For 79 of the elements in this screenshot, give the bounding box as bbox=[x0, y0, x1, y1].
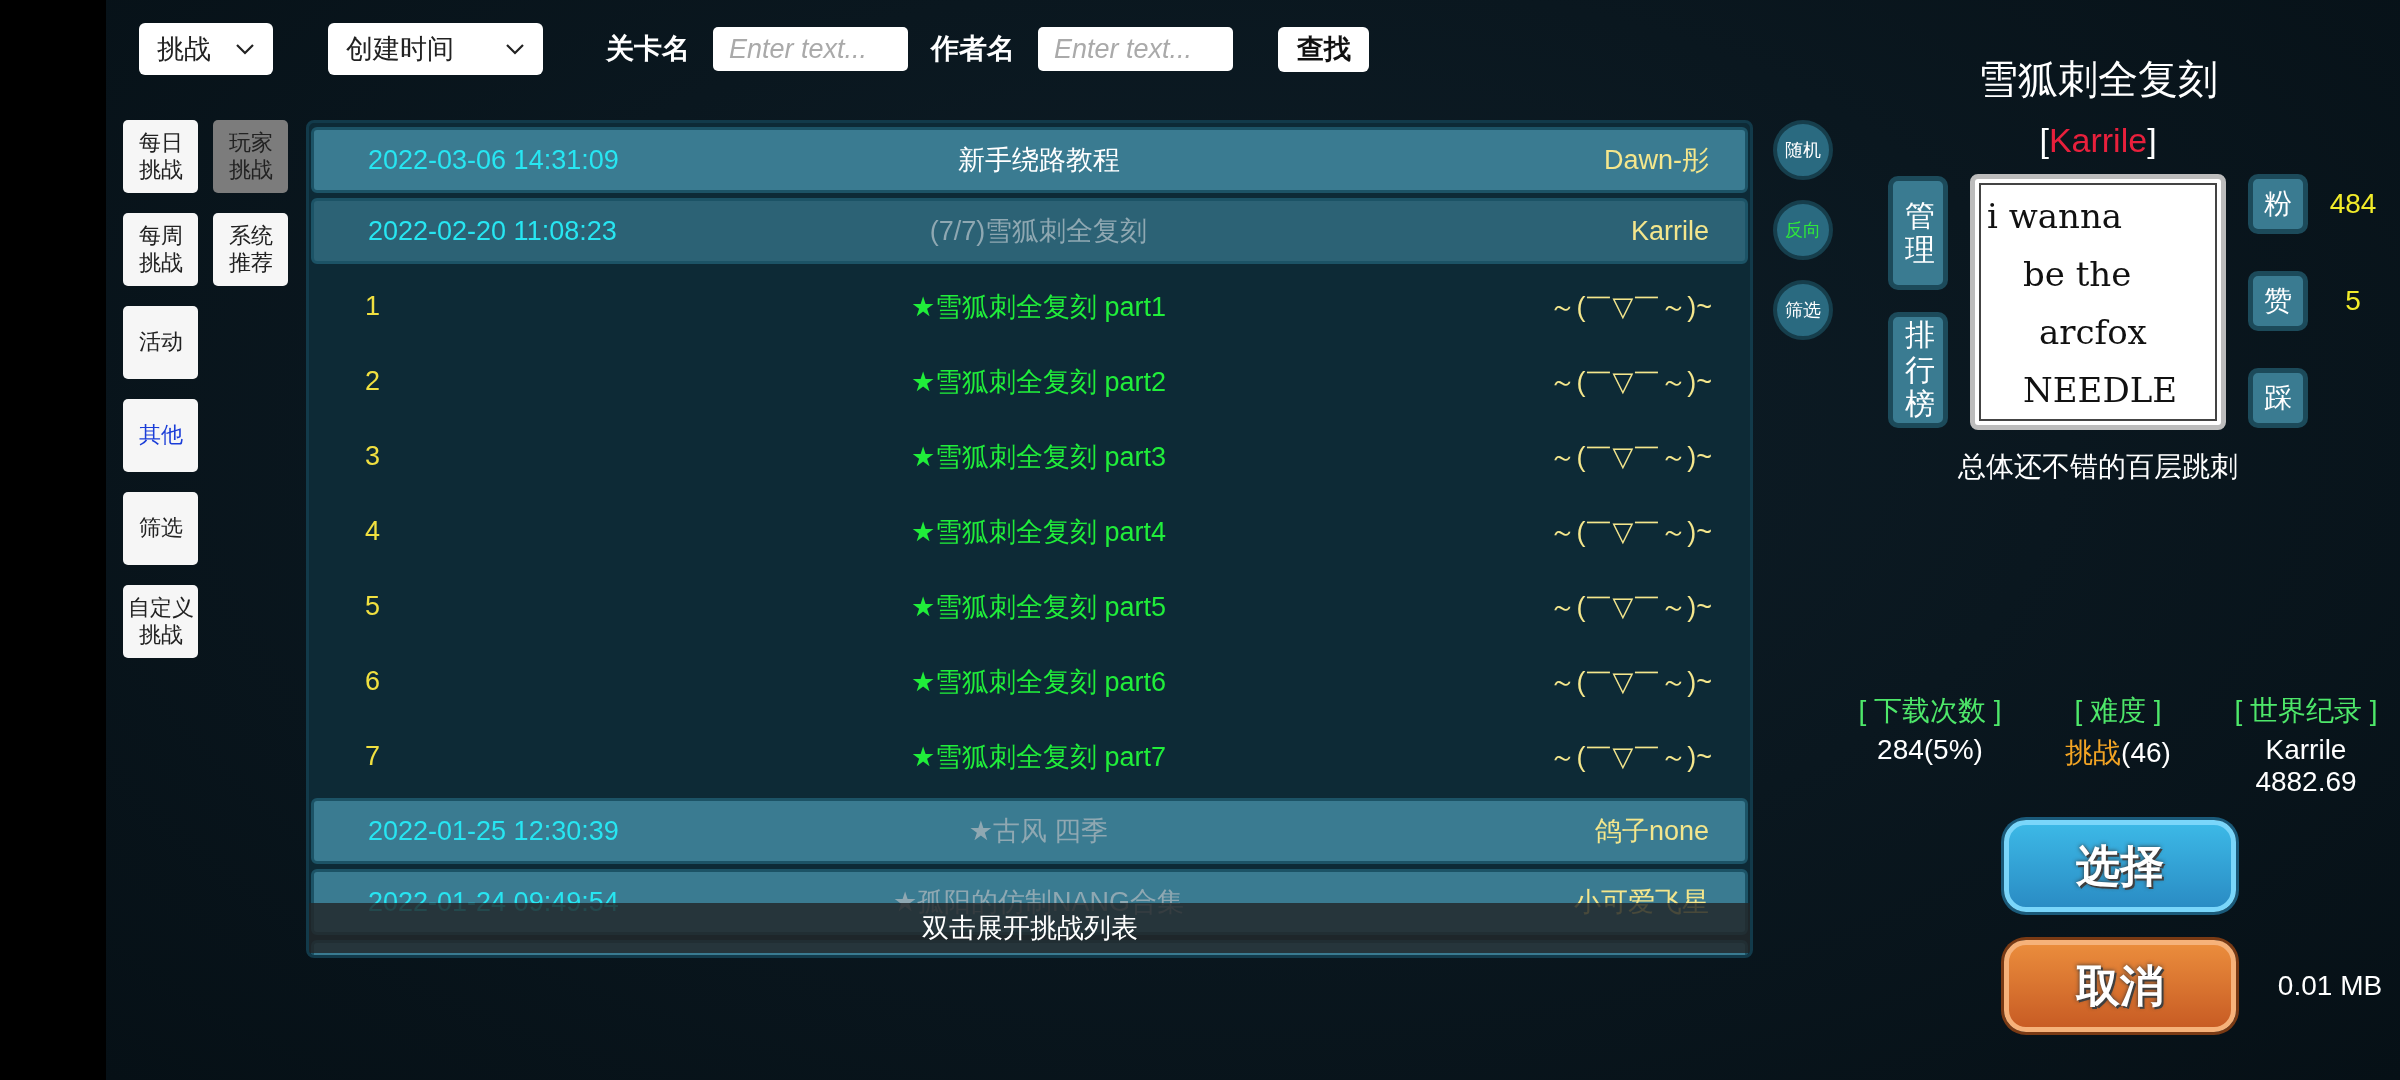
thumbnail-text: be the bbox=[2022, 253, 2133, 296]
author-name-label: 作者名 bbox=[931, 32, 1015, 66]
category-tab[interactable]: 每周挑战 bbox=[123, 213, 198, 286]
date-text: 2022-03-06 14:31:09 bbox=[368, 144, 620, 176]
author-name-field[interactable]: Enter text... bbox=[1038, 27, 1233, 71]
level-row[interactable]: 2022-01-25 12:30:39 ★古风 四季 鸽子none bbox=[311, 798, 1748, 864]
author-text: ～(￣▽￣～)~ bbox=[1548, 515, 1712, 549]
part-title[interactable]: ★雪狐刺全复刻 part1 bbox=[765, 288, 1312, 325]
difficulty-text: 挑战 bbox=[2065, 737, 2122, 768]
author-text: ～(￣▽￣～)~ bbox=[1548, 440, 1712, 474]
date-text: 2022-02-20 11:08:23 bbox=[368, 215, 618, 247]
part-number: 3 bbox=[365, 441, 382, 472]
round-button[interactable]: 反向 bbox=[1773, 200, 1833, 260]
part-title[interactable]: ★雪狐刺全复刻 part6 bbox=[765, 663, 1312, 700]
level-name-field[interactable]: Enter text... bbox=[713, 27, 908, 71]
stat-heading: [ 世界纪录 ] bbox=[2234, 694, 2378, 728]
reaction-count: 5 bbox=[2344, 285, 2362, 317]
stat-heading: [ 难度 ] bbox=[2074, 694, 2162, 728]
thumbnail-text: arcfox bbox=[2038, 311, 2148, 354]
category-dropdown[interactable]: 挑战 bbox=[139, 23, 273, 75]
search-button[interactable]: 查找 bbox=[1278, 26, 1369, 72]
part-number: 5 bbox=[365, 591, 382, 622]
category-tab[interactable]: 系统推荐 bbox=[213, 213, 288, 286]
part-number: 7 bbox=[365, 741, 382, 772]
level-title: (7/7)雪狐刺全复刻 bbox=[928, 215, 1149, 248]
reaction-button[interactable]: 粉 bbox=[2248, 174, 2308, 234]
part-number: 1 bbox=[365, 291, 382, 322]
level-description: 总体还不错的百层跳刺 bbox=[1958, 450, 2239, 484]
author-text: Dawn-彤 bbox=[1602, 144, 1709, 177]
chevron-down-icon bbox=[235, 43, 255, 55]
manage-button[interactable]: 管理 bbox=[1888, 176, 1948, 290]
reaction-button[interactable]: 赞 bbox=[2248, 271, 2308, 331]
author-text: ～(￣▽￣～)~ bbox=[1548, 590, 1712, 624]
stat-value: Karrile bbox=[2265, 734, 2347, 765]
level-title: 雪狐刺全复刻 bbox=[1978, 56, 2219, 103]
category-tab[interactable]: 玩家挑战 bbox=[213, 120, 288, 193]
thumbnail-text: NEEDLE bbox=[2022, 369, 2179, 412]
stat-value: 4882.69 bbox=[2255, 766, 2357, 798]
part-number: 6 bbox=[365, 666, 382, 697]
part-title[interactable]: ★雪狐刺全复刻 part2 bbox=[765, 363, 1312, 400]
level-row[interactable]: 2022-03-06 14:31:09 新手绕路教程 Dawn-彤 bbox=[311, 127, 1748, 193]
part-title[interactable]: ★雪狐刺全复刻 part7 bbox=[765, 738, 1312, 775]
part-title[interactable]: ★雪狐刺全复刻 part3 bbox=[765, 438, 1312, 475]
author-text: Karrile bbox=[1629, 215, 1709, 247]
reaction-count: 484 bbox=[2328, 188, 2378, 220]
part-number: 4 bbox=[365, 516, 382, 547]
author-text: ～(￣▽￣～)~ bbox=[1548, 665, 1712, 699]
author-text: ～(￣▽￣～)~ bbox=[1548, 740, 1712, 774]
level-title: 新手绕路教程 bbox=[956, 144, 1121, 177]
category-tab[interactable]: 自定义挑战 bbox=[123, 585, 198, 658]
level-title: ★古风 四季 bbox=[967, 815, 1110, 848]
sort-dropdown[interactable]: 创建时间 bbox=[328, 23, 543, 75]
category-tab[interactable]: 活动 bbox=[123, 306, 198, 379]
level-row[interactable]: 2022-02-20 11:08:23 (7/7)雪狐刺全复刻 Karrile bbox=[311, 198, 1748, 264]
stat-heading: [ 下载次数 ] bbox=[1858, 694, 2002, 728]
author-text: 鸽子none bbox=[1593, 815, 1709, 848]
author-text: ～(￣▽￣～)~ bbox=[1548, 365, 1712, 399]
bracket-text: [ bbox=[2039, 121, 2049, 159]
category-tab[interactable]: 每日挑战 bbox=[123, 120, 198, 193]
part-title[interactable]: ★雪狐刺全复刻 part4 bbox=[765, 513, 1312, 550]
round-button[interactable]: 随机 bbox=[1773, 120, 1833, 180]
hint-toast: 双击展开挑战列表 bbox=[309, 903, 1750, 953]
part-number: 2 bbox=[365, 366, 382, 397]
author-name: Karrile bbox=[2048, 121, 2148, 159]
bracket-text: ] bbox=[2147, 121, 2157, 159]
stat-value: (46) bbox=[2121, 737, 2171, 768]
reaction-button[interactable]: 踩 bbox=[2248, 368, 2308, 428]
level-name-label: 关卡名 bbox=[606, 32, 690, 66]
date-text: 2022-01-25 12:30:39 bbox=[368, 815, 620, 847]
thumbnail-text: i wanna bbox=[1987, 195, 2124, 238]
category-tab[interactable]: 筛选 bbox=[123, 492, 198, 565]
file-size: 0.01 MB bbox=[2276, 970, 2384, 1002]
round-button[interactable]: 筛选 bbox=[1773, 280, 1833, 340]
part-title[interactable]: ★雪狐刺全复刻 part5 bbox=[765, 588, 1312, 625]
category-tab[interactable]: 其他 bbox=[123, 399, 198, 472]
chevron-down-icon bbox=[505, 43, 525, 55]
author-text: ～(￣▽￣～)~ bbox=[1548, 290, 1712, 324]
stat-value: 284(5%) bbox=[1877, 734, 1983, 765]
ranking-button[interactable]: 排行榜 bbox=[1888, 312, 1948, 428]
